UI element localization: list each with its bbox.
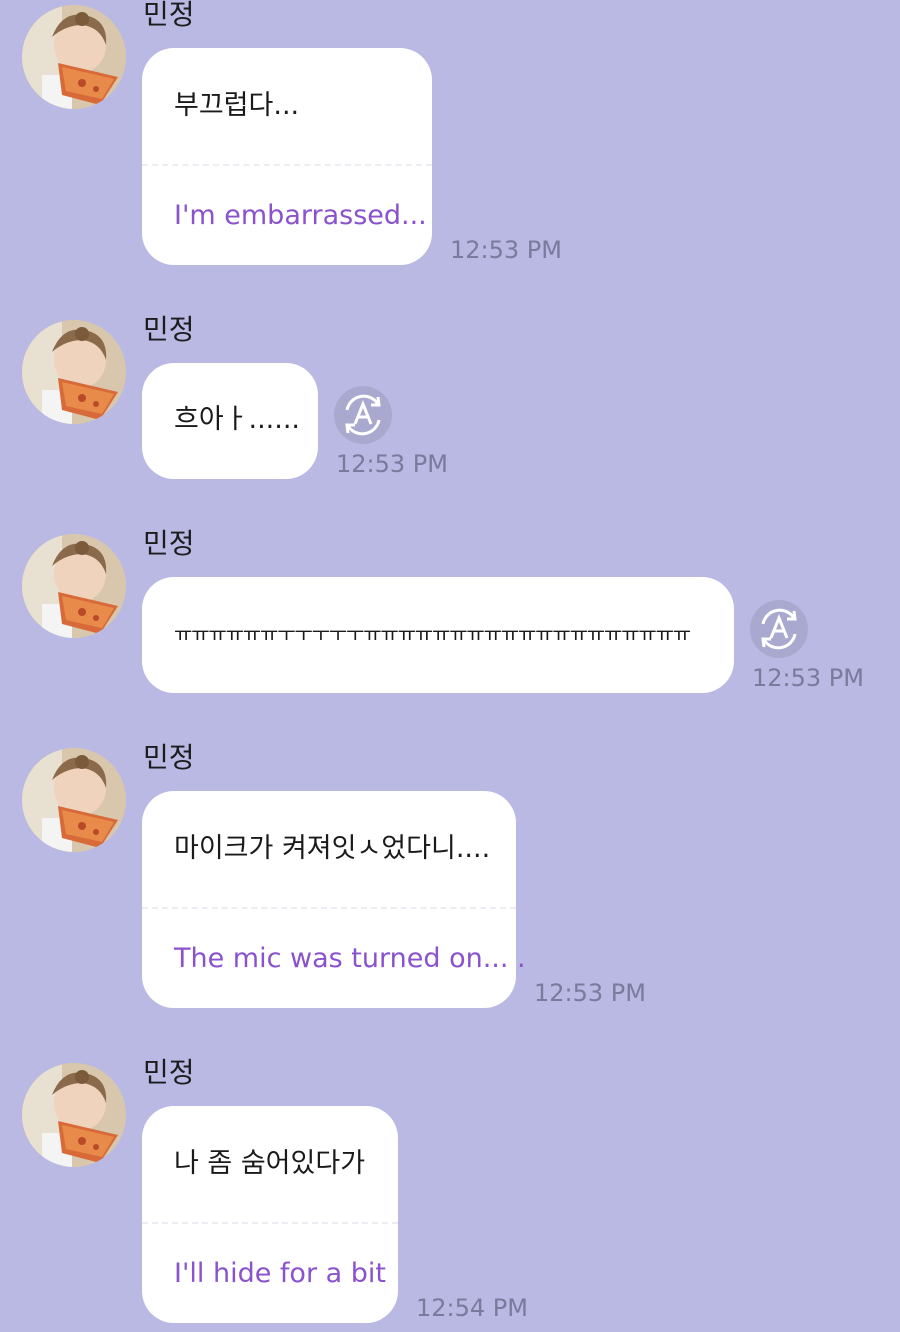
translate-button[interactable] xyxy=(750,600,808,658)
message-timestamp: 12:54 PM xyxy=(416,1294,528,1322)
avatar[interactable] xyxy=(22,320,126,424)
avatar[interactable] xyxy=(22,534,126,638)
translation-text: The mic was turned on... . xyxy=(174,943,526,974)
sender-name: 민정 xyxy=(143,527,195,560)
sender-name: 민정 xyxy=(143,0,195,31)
translation-divider xyxy=(142,907,516,909)
message-timestamp: 12:53 PM xyxy=(450,236,562,264)
sender-name: 민정 xyxy=(143,313,195,346)
message-text: 부끄럽다... xyxy=(174,90,300,121)
message-bubble[interactable]: 나 좀 숨어있다가 I'll hide for a bit xyxy=(142,1106,398,1323)
message-bubble[interactable]: 흐아ㅏ...... xyxy=(142,363,318,479)
message-timestamp: 12:53 PM xyxy=(336,450,448,478)
translation-text: I'm embarrassed... xyxy=(174,200,427,231)
message-text: 흐아ㅏ...... xyxy=(174,404,301,435)
translation-text: I'll hide for a bit xyxy=(174,1258,386,1289)
message-bubble[interactable]: 부끄럽다... I'm embarrassed... xyxy=(142,48,432,265)
message-text: 나 좀 숨어있다가 xyxy=(174,1148,366,1179)
auto-translate-icon xyxy=(761,608,797,650)
auto-translate-icon xyxy=(345,394,381,436)
sender-name: 민정 xyxy=(143,1056,195,1089)
message-text: 마이크가 켜져잇ㅅ었다니.... xyxy=(174,833,491,864)
message-text: ㅠㅠㅠㅠㅠㅠㅜㅜㅜㅜㅜㅠㅠㅠㅠㅠㅠㅠㅠㅠㅠㅠㅠㅠㅠㅠㅠㅠㅠㅠ xyxy=(174,622,691,646)
translation-divider xyxy=(142,1222,398,1224)
message-timestamp: 12:53 PM xyxy=(752,664,864,692)
chat-thread[interactable]: 민정 부끄럽다... I'm embarrassed... 12:53 PM 민… xyxy=(0,0,900,1332)
avatar[interactable] xyxy=(22,1063,126,1167)
avatar[interactable] xyxy=(22,748,126,852)
translation-divider xyxy=(142,164,432,166)
message-bubble[interactable]: 마이크가 켜져잇ㅅ었다니.... The mic was turned on..… xyxy=(142,791,526,1008)
translate-button[interactable] xyxy=(334,386,392,444)
avatar[interactable] xyxy=(22,5,126,109)
message-timestamp: 12:53 PM xyxy=(534,979,646,1007)
sender-name: 민정 xyxy=(143,741,195,774)
message-bubble[interactable]: ㅠㅠㅠㅠㅠㅠㅜㅜㅜㅜㅜㅠㅠㅠㅠㅠㅠㅠㅠㅠㅠㅠㅠㅠㅠㅠㅠㅠㅠㅠ xyxy=(142,577,734,693)
